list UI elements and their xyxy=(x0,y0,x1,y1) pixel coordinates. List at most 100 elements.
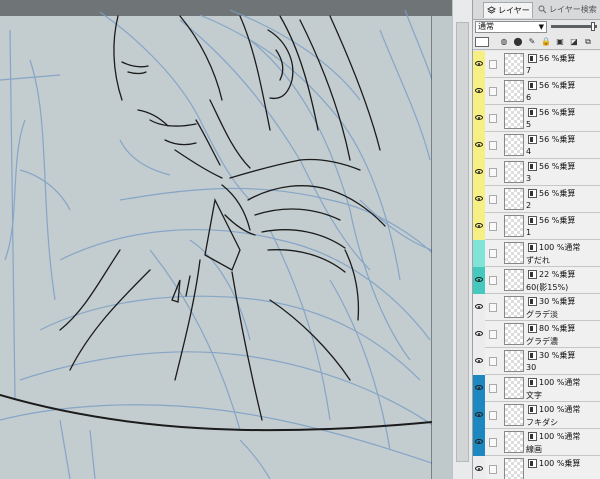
eye-icon xyxy=(475,88,483,93)
layer-thumbnail xyxy=(504,215,524,237)
drawing-canvas[interactable] xyxy=(0,0,452,479)
layer-mode-label: 100 %通常 xyxy=(539,243,581,252)
layer-panel: レイヤー レイヤー検索 通常 ▼ ◍ ⬤ ✎ 🔒 ▣ ◪ ⧉ 56 %乗算 7 56… xyxy=(472,0,600,479)
layer-row[interactable]: 22 %乗算 60(影15%) xyxy=(473,267,600,294)
visibility-toggle[interactable] xyxy=(473,321,485,348)
visibility-toggle[interactable] xyxy=(473,132,485,159)
layer-thumbnail xyxy=(504,431,524,453)
layer-mask-icon xyxy=(528,459,537,468)
scrollbar-thumb[interactable] xyxy=(456,22,469,462)
layer-lock-checkbox[interactable] xyxy=(489,141,497,150)
layer-lock-checkbox[interactable] xyxy=(489,384,497,393)
layer-row[interactable]: 56 %乗算 7 xyxy=(473,51,600,78)
chevron-down-icon: ▼ xyxy=(538,23,544,31)
visibility-toggle[interactable] xyxy=(473,429,485,456)
layer-color-swatch[interactable] xyxy=(475,37,489,47)
layer-lock-checkbox[interactable] xyxy=(489,87,497,96)
layer-lock-checkbox[interactable] xyxy=(489,465,497,474)
layer-mask-icon xyxy=(528,243,537,252)
eye-icon xyxy=(475,223,483,228)
layer-mask-icon xyxy=(528,378,537,387)
lock-icon[interactable]: 🔒 xyxy=(541,37,551,47)
eye-icon xyxy=(475,196,483,201)
layer-row[interactable]: 100 %乗算 xyxy=(473,456,600,479)
layer-list: 56 %乗算 7 56 %乗算 6 56 %乗算 5 56 %乗算 4 56 %乗算 3 56 %乗… xyxy=(473,51,600,479)
layer-row[interactable]: 100 %通常 ずだれ xyxy=(473,240,600,267)
visibility-toggle[interactable] xyxy=(473,78,485,105)
layer-row[interactable]: 100 %通常 線画 xyxy=(473,429,600,456)
tab-layer-search[interactable]: レイヤー検索 xyxy=(535,2,599,18)
layer-lock-checkbox[interactable] xyxy=(489,249,497,258)
layer-lock-checkbox[interactable] xyxy=(489,330,497,339)
visibility-toggle[interactable] xyxy=(473,51,485,78)
visibility-toggle[interactable] xyxy=(473,402,485,429)
layer-lock-checkbox[interactable] xyxy=(489,411,497,420)
layer-lock-checkbox[interactable] xyxy=(489,195,497,204)
layer-mask-icon xyxy=(528,432,537,441)
tab-layers[interactable]: レイヤー xyxy=(483,2,533,18)
layer-row[interactable]: 56 %乗算 5 xyxy=(473,105,600,132)
lock-alpha-icon[interactable]: ▣ xyxy=(555,37,565,47)
layer-lock-checkbox[interactable] xyxy=(489,276,497,285)
layer-row[interactable]: 56 %乗算 2 xyxy=(473,186,600,213)
visibility-toggle[interactable] xyxy=(473,456,485,479)
layer-lock-checkbox[interactable] xyxy=(489,303,497,312)
layer-mode-label: 56 %乗算 xyxy=(539,81,576,90)
eye-icon xyxy=(475,466,483,471)
layer-lock-checkbox[interactable] xyxy=(489,222,497,231)
layer-mode-label: 22 %乗算 xyxy=(539,270,576,279)
eye-icon xyxy=(475,358,483,363)
layer-name-label: 60(影15%) xyxy=(526,283,569,292)
layer-row[interactable]: 30 %乗算 30 xyxy=(473,348,600,375)
reference-icon[interactable]: ⬤ xyxy=(513,37,523,47)
layer-mode-label: 100 %乗算 xyxy=(539,459,581,468)
visibility-toggle[interactable] xyxy=(473,348,485,375)
visibility-toggle[interactable] xyxy=(473,159,485,186)
visibility-toggle[interactable] xyxy=(473,186,485,213)
layer-row[interactable]: 56 %乗算 6 xyxy=(473,78,600,105)
layer-thumbnail xyxy=(504,404,524,426)
clip-icon[interactable]: ◍ xyxy=(499,37,509,47)
layer-row[interactable]: 100 %通常文字 xyxy=(473,375,600,402)
layer-name-label: 文字 xyxy=(526,391,542,400)
visibility-toggle[interactable] xyxy=(473,267,485,294)
eye-icon xyxy=(475,439,483,444)
layer-row[interactable]: 80 %乗算 グラデ濃 xyxy=(473,321,600,348)
canvas-vertical-scrollbar[interactable] xyxy=(452,0,472,479)
visibility-toggle[interactable] xyxy=(473,105,485,132)
layer-mode-label: 80 %乗算 xyxy=(539,324,576,333)
layer-name-label: 6 xyxy=(526,93,532,102)
layer-mode-label: 56 %乗算 xyxy=(539,216,576,225)
layer-mask-icon xyxy=(528,162,537,171)
layer-row[interactable]: 100 %通常 フキダシ xyxy=(473,402,600,429)
layer-lock-checkbox[interactable] xyxy=(489,438,497,447)
layer-mask-icon xyxy=(528,135,537,144)
opacity-slider-handle[interactable] xyxy=(591,22,595,31)
visibility-toggle[interactable] xyxy=(473,240,485,267)
visibility-toggle[interactable] xyxy=(473,213,485,240)
layer-lock-checkbox[interactable] xyxy=(489,168,497,177)
layer-mode-label: 56 %乗算 xyxy=(539,189,576,198)
draft-icon[interactable]: ✎ xyxy=(527,37,537,47)
layer-row[interactable]: 30 %乗算 グラデ淡 xyxy=(473,294,600,321)
blend-mode-select[interactable]: 通常 ▼ xyxy=(475,21,547,33)
mask-icon[interactable]: ◪ xyxy=(569,37,579,47)
layer-mode-label: 100 %通常 xyxy=(539,378,581,387)
visibility-toggle[interactable] xyxy=(473,375,485,402)
layer-lock-checkbox[interactable] xyxy=(489,60,497,69)
ruler-icon[interactable]: ⧉ xyxy=(583,37,593,47)
layer-row[interactable]: 56 %乗算 3 xyxy=(473,159,600,186)
layer-mask-icon xyxy=(528,351,537,360)
layer-row[interactable]: 56 %乗算 4 xyxy=(473,132,600,159)
layer-name-label: 5 xyxy=(526,120,532,129)
layer-thumbnail xyxy=(504,269,524,291)
eye-icon xyxy=(475,169,483,174)
layer-row[interactable]: 56 %乗算 1 xyxy=(473,213,600,240)
layer-lock-checkbox[interactable] xyxy=(489,114,497,123)
search-icon xyxy=(538,5,547,14)
layer-mask-icon xyxy=(528,81,537,90)
panel-tab-bar: レイヤー レイヤー検索 xyxy=(473,0,600,20)
layer-name-label: 線画 xyxy=(526,445,542,454)
layer-lock-checkbox[interactable] xyxy=(489,357,497,366)
visibility-toggle[interactable] xyxy=(473,294,485,321)
